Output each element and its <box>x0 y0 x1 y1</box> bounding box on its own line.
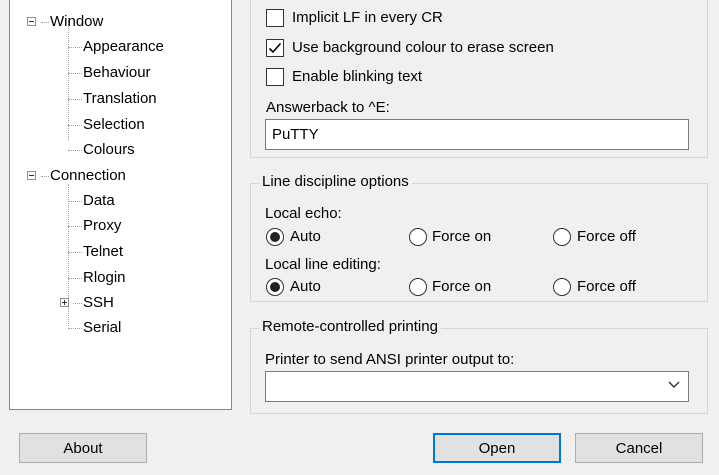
tree-item-selection[interactable]: Selection <box>83 116 145 134</box>
local-line-editing-label: Local line editing: <box>265 256 381 273</box>
tree-connector <box>41 22 49 23</box>
local-line-editing-auto-radio[interactable] <box>266 278 284 296</box>
blinking-text-checkbox[interactable] <box>266 68 284 86</box>
tree-connector <box>41 176 49 177</box>
local-line-editing-force-on-radio[interactable] <box>409 278 427 296</box>
tree-item-telnet[interactable]: Telnet <box>83 243 123 261</box>
tree-item-appearance[interactable]: Appearance <box>83 38 164 56</box>
tree-connector <box>73 303 82 304</box>
tree-connector <box>68 278 82 279</box>
local-line-editing-force-on-label[interactable]: Force on <box>432 277 491 297</box>
about-button[interactable]: About <box>19 433 147 463</box>
tree-connector <box>68 252 82 253</box>
implicit-lf-label[interactable]: Implicit LF in every CR <box>292 8 443 28</box>
local-echo-force-on-label[interactable]: Force on <box>432 227 491 247</box>
use-bg-colour-checkbox[interactable] <box>266 39 284 57</box>
checkmark-icon <box>268 42 282 54</box>
tree-item-ssh[interactable]: SSH <box>83 294 114 312</box>
answerback-label: Answerback to ^E: <box>266 99 390 116</box>
printing-title: Remote-controlled printing <box>259 318 441 336</box>
tree-item-rlogin[interactable]: Rlogin <box>83 269 126 287</box>
tree-item-data[interactable]: Data <box>83 192 115 210</box>
collapse-icon[interactable] <box>27 171 36 180</box>
collapse-icon[interactable] <box>27 17 36 26</box>
printer-label: Printer to send ANSI printer output to: <box>265 351 515 368</box>
chevron-down-icon <box>668 381 680 388</box>
tree-connector <box>68 21 69 141</box>
tree-connector <box>68 226 82 227</box>
local-line-editing-force-off-label[interactable]: Force off <box>577 277 636 297</box>
printer-select[interactable] <box>265 371 689 402</box>
tree-item-connection[interactable]: Connection <box>50 167 126 185</box>
implicit-lf-checkbox[interactable] <box>266 9 284 27</box>
tree-connector <box>68 328 82 329</box>
tree-connector <box>68 125 82 126</box>
tree-item-window[interactable]: Window <box>50 13 103 31</box>
category-tree[interactable]: Window Appearance Behaviour Translation … <box>9 0 232 410</box>
answerback-input[interactable] <box>265 119 689 150</box>
tree-connector <box>68 47 82 48</box>
local-echo-force-off-radio[interactable] <box>553 228 571 246</box>
use-bg-colour-label[interactable]: Use background colour to erase screen <box>292 38 554 58</box>
cancel-button[interactable]: Cancel <box>575 433 703 463</box>
local-echo-auto-radio[interactable] <box>266 228 284 246</box>
open-button[interactable]: Open <box>433 433 561 463</box>
line-discipline-title: Line discipline options <box>259 173 412 191</box>
expand-icon[interactable] <box>60 298 69 307</box>
local-echo-auto-label[interactable]: Auto <box>290 227 321 247</box>
tree-item-translation[interactable]: Translation <box>83 90 157 108</box>
tree-connector <box>68 150 82 151</box>
tree-connector <box>68 201 82 202</box>
tree-item-colours[interactable]: Colours <box>83 141 135 159</box>
local-echo-force-off-label[interactable]: Force off <box>577 227 636 247</box>
tree-connector <box>68 73 82 74</box>
tree-item-behaviour[interactable]: Behaviour <box>83 64 151 82</box>
local-echo-force-on-radio[interactable] <box>409 228 427 246</box>
local-echo-label: Local echo: <box>265 205 342 222</box>
blinking-text-label[interactable]: Enable blinking text <box>292 67 422 87</box>
local-line-editing-force-off-radio[interactable] <box>553 278 571 296</box>
tree-item-proxy[interactable]: Proxy <box>83 217 121 235</box>
tree-item-serial[interactable]: Serial <box>83 319 121 337</box>
local-line-editing-auto-label[interactable]: Auto <box>290 277 321 297</box>
tree-connector <box>68 99 82 100</box>
